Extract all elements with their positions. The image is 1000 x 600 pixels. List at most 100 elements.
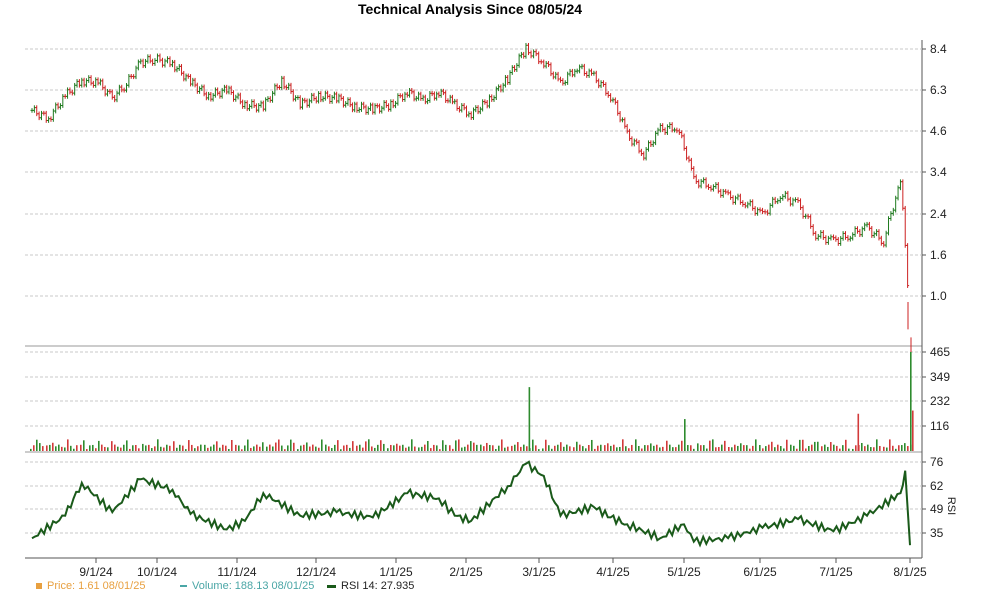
price-bar [321,96,325,103]
price-bar [687,155,691,163]
price-bar [875,229,879,237]
volume-bar [349,447,351,451]
price-bar [146,54,150,64]
volume-bar [436,445,438,451]
price-bar [193,77,197,88]
price-bar [204,91,208,101]
price-bar [346,97,350,106]
volume-bar [520,446,522,451]
volume-bar [433,444,435,451]
price-bar [851,232,855,241]
volume-bar [715,447,717,451]
price-bar [855,226,859,234]
volume-bar [802,439,804,451]
price-bar [170,59,174,68]
price-bar [141,58,145,69]
volume-bar [631,444,633,451]
price-bar [236,92,240,100]
price-bar [846,235,850,242]
x-tick-label: 4/1/25 [596,565,630,579]
price-bar [47,116,51,123]
price-bar [80,77,84,88]
price-bar [709,185,713,192]
x-tick-label: 8/1/25 [893,565,927,579]
price-bar [704,177,708,189]
volume-bar [216,441,218,451]
price-bar [339,93,343,101]
price-bar [39,110,43,121]
volume-bar [129,448,131,451]
volume-bar [104,446,106,451]
price-bar [573,68,577,78]
volume-bar [545,439,547,451]
price-bar [160,57,164,68]
price-bar [534,49,538,57]
price-bar [736,193,740,201]
volume-bar [597,445,599,451]
price-bar [746,201,750,209]
volume-bar [331,448,333,451]
price-bar [101,78,105,91]
price-bar [182,70,186,82]
price-bar [585,71,589,78]
volume-bar [901,445,903,451]
price-bar [632,138,636,147]
price-bar [719,188,723,198]
price-bar [558,76,562,83]
price-bar [148,54,152,64]
volume-bar [793,445,795,451]
volume-bar [755,439,757,451]
price-bar [58,103,62,110]
volume-bar [340,449,342,451]
price-bar [568,68,572,77]
price-bar [168,56,172,68]
volume-bar [830,442,832,451]
volume-bar [709,440,711,451]
volume-bar [523,444,525,451]
volume-bar [768,444,770,451]
volume-bar [92,444,94,451]
volume-bar [362,447,364,451]
price-bar [814,231,818,241]
price-bar [599,80,603,89]
volume-bar [737,445,739,451]
volume-bar [554,445,556,451]
volume-bar [272,446,274,451]
rsi-legend-swatch [327,584,336,588]
price-bar [110,89,114,100]
volume-bar [669,444,671,451]
price-bar [882,241,886,248]
volume-bar [746,445,748,451]
price-bar [824,235,828,245]
volume-bar [387,448,389,451]
volume-spike-bar [528,387,531,451]
price-bar [506,75,510,85]
price-tick-label: 3.4 [930,165,947,179]
price-bar [510,65,514,75]
price-bar [257,103,261,113]
volume-bar [408,446,410,451]
price-bar [314,96,318,104]
price-bar [476,105,480,115]
volume-bar [200,444,202,451]
volume-bar [95,448,97,451]
volume-bar [337,440,339,451]
price-bar [647,140,650,152]
price-bar [796,197,800,204]
price-bar [271,90,275,103]
volume-bar [306,442,308,451]
legend-price-text: Price: 1.61 08/01/25 [47,580,146,592]
volume-bar [157,439,159,451]
price-bar [460,103,464,113]
volume-bar [281,445,283,451]
volume-bar [659,447,661,451]
price-bar [870,226,874,238]
volume-bar [728,447,730,451]
price-bar [816,233,820,241]
volume-bar [334,444,336,451]
volume-bar [231,439,233,451]
price-bar [380,105,384,114]
rsi-tick-label: 62 [930,479,944,493]
volume-bar [449,445,451,451]
price-bar [462,103,466,111]
